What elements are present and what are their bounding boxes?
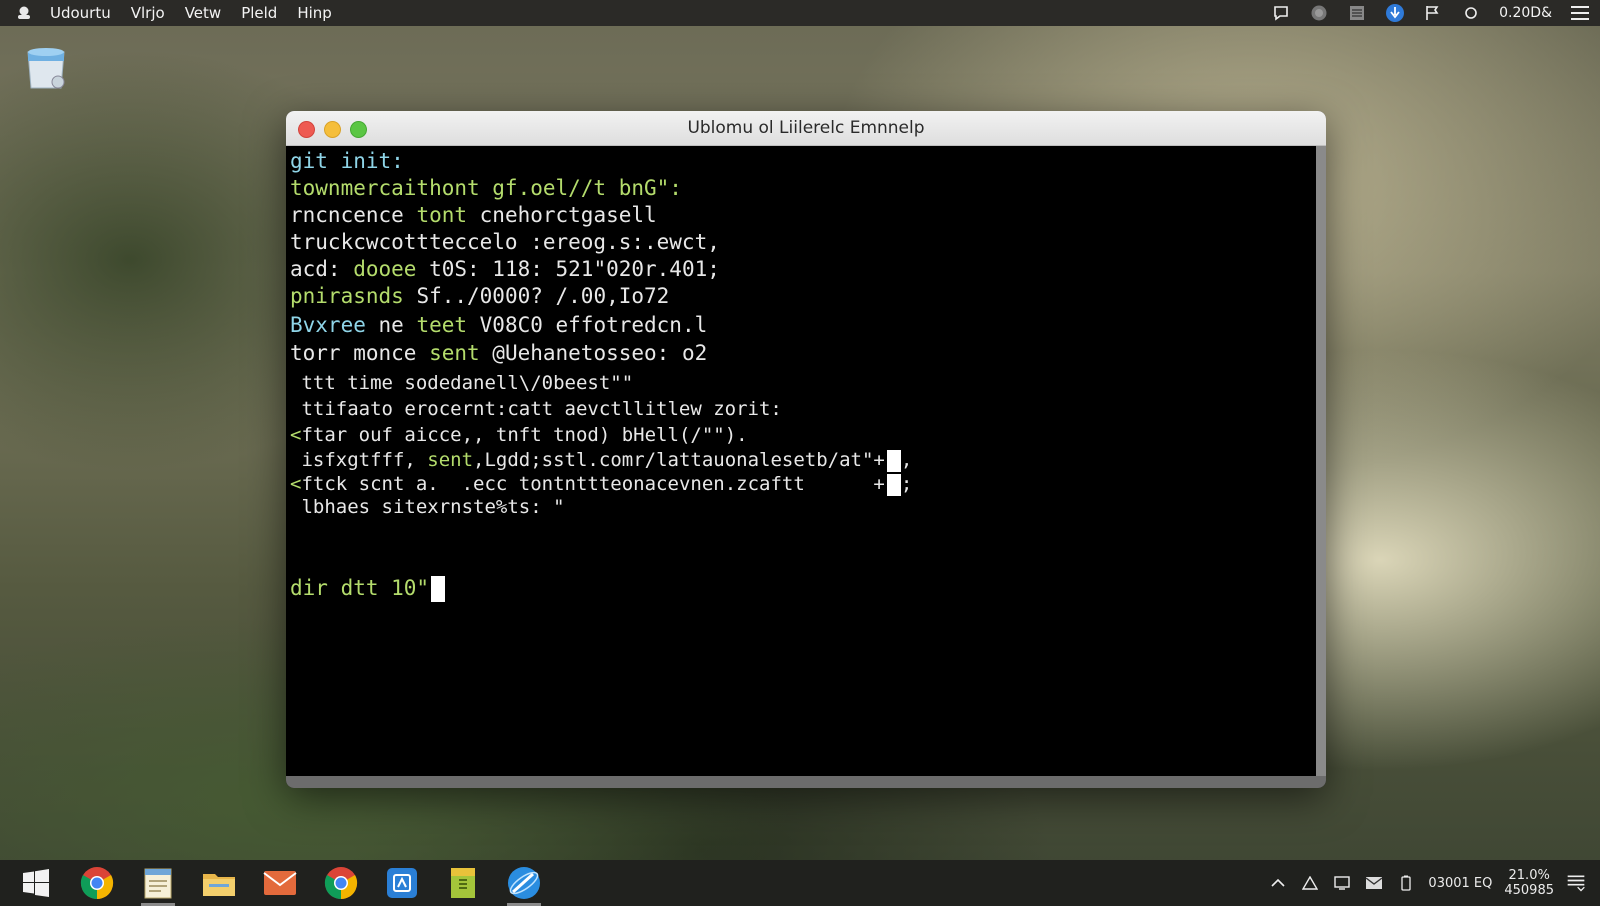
terminal-text-segment: < — [290, 424, 302, 446]
terminal-text-segment: t0S: 118: 521"020r.401; — [416, 257, 720, 281]
maximize-button[interactable] — [350, 121, 367, 138]
menu-item-view-2[interactable]: Vetw — [185, 4, 221, 22]
network-icon[interactable] — [1385, 3, 1405, 23]
terminal-scrollbar[interactable] — [1316, 146, 1326, 776]
block-cursor — [886, 449, 901, 472]
terminal-window[interactable]: Ublomu ol Liilerelc Emnnelp git init: to… — [286, 111, 1326, 788]
terminal-line: Bvxree ne teet V08C0 effotredcn.l — [290, 313, 707, 337]
window-bottom-edge — [286, 776, 1326, 788]
terminal-output[interactable]: git init: townmercaithont gf.oel//t bnG"… — [286, 146, 1316, 776]
terminal-text-segment: ttt time sodedanell\/0beest"" — [290, 372, 634, 394]
tray-text[interactable]: 03001 EQ — [1428, 876, 1492, 891]
terminal-text-segment: ttifaato erocernt:catt aevctllitlew zori… — [290, 398, 782, 420]
terminal-line: ttifaato erocernt:catt aevctllitlew zori… — [290, 398, 782, 420]
taskbar-clock-time: 21.0% — [1508, 868, 1550, 883]
chrome-icon[interactable] — [78, 864, 116, 902]
top-menu-bar: Udourtu Vlrjo Vetw Pleld Hinp 0.20D& — [0, 0, 1600, 26]
window-title: Ublomu ol Liilerelc Emnnelp — [687, 118, 925, 138]
terminal-line: torr monce sent @Uehanetosseo: o2 — [290, 341, 707, 365]
display-icon[interactable] — [1332, 873, 1352, 893]
trash-desktop-icon[interactable] — [22, 44, 72, 94]
globe-icon[interactable] — [1309, 3, 1329, 23]
file-manager-icon[interactable] — [200, 864, 238, 902]
chat-icon[interactable] — [1271, 3, 1291, 23]
power-icon[interactable] — [1461, 3, 1481, 23]
prompt-cursor — [431, 576, 446, 602]
top-tray: 0.20D& — [1271, 0, 1590, 26]
taskbar: 03001 EQ 21.0% 450985 — [0, 860, 1600, 906]
menu-item-view-1[interactable]: Vlrjo — [131, 4, 165, 22]
terminal-line: isfxgtfff, sent,Lgdd;sstl.comr/lattauona… — [290, 449, 912, 472]
terminal-line-tail: , — [900, 449, 913, 471]
battery-icon[interactable] — [1396, 873, 1416, 893]
terminal-line: pnirasnds Sf../0000? /.00,Io72 — [290, 284, 669, 308]
terminal-line: git init: — [290, 149, 404, 173]
notepad-icon[interactable] — [139, 864, 177, 906]
menu-item-help[interactable]: Hinp — [297, 4, 331, 22]
taskbar-clock[interactable]: 21.0% 450985 — [1504, 868, 1554, 898]
list-icon[interactable] — [1347, 3, 1367, 23]
terminal-text-segment: rncncence — [290, 203, 417, 227]
terminal-text-segment: ftck scnt a. .ecc tontnttteonacevnen.zca… — [301, 473, 885, 495]
terminal-text-segment: sent — [427, 449, 474, 471]
terminal-prompt[interactable]: dir dtt 10" — [290, 576, 446, 602]
terminal-line-tail: ; — [900, 473, 913, 495]
terminal-line: <ftar ouf aicce,, tnft tnod) bHell(/""). — [290, 424, 748, 446]
block-cursor — [886, 473, 901, 496]
terminal-line: ttt time sodedanell\/0beest"" — [290, 372, 633, 394]
start-button[interactable] — [22, 869, 50, 897]
hamburger-menu-icon[interactable] — [1570, 3, 1590, 23]
mail-tray-icon[interactable] — [1364, 873, 1384, 893]
warning-icon[interactable] — [1300, 873, 1320, 893]
prompt-text: dir dtt 10" — [290, 576, 430, 600]
terminal-text-segment: lbhaes sitexrnste%ts: " — [290, 496, 565, 518]
minimize-button[interactable] — [324, 121, 341, 138]
terminal-text-segment: acd: — [290, 257, 354, 281]
browser-icon[interactable] — [505, 864, 543, 906]
store-icon[interactable] — [383, 864, 421, 902]
terminal-text-segment: tont — [416, 203, 468, 227]
terminal-text-segment: ftar ouf aicce,, tnft tnod) bHell(/""). — [301, 424, 748, 446]
terminal-text-segment: dooee — [353, 257, 417, 281]
mail-icon[interactable] — [261, 864, 299, 902]
terminal-text-segment: ,Lgdd;sstl.comr/lattauonalesetb/at"+ — [473, 449, 885, 471]
terminal-text-segment: torr monce — [290, 341, 430, 365]
terminal-line: townmercaithont gf.oel//t bnG": — [290, 176, 682, 200]
terminal-line: acd: dooee t0S: 118: 521"020r.401; — [290, 257, 720, 281]
terminal-line: lbhaes sitexrnste%ts: " — [290, 496, 565, 518]
terminal-text-segment: isfxgtfff, — [290, 449, 428, 471]
window-titlebar[interactable]: Ublomu ol Liilerelc Emnnelp — [286, 111, 1326, 146]
archive-icon[interactable] — [444, 864, 482, 902]
system-tray: 03001 EQ 21.0% 450985 — [1268, 860, 1586, 906]
terminal-text-segment: Bvxree — [290, 313, 366, 337]
terminal-text-segment: sent — [429, 341, 480, 365]
terminal-text-segment: cnehorctgasell — [467, 203, 657, 227]
terminal-line: rncncence tont cnehorctgasell — [290, 203, 657, 227]
notifications-icon[interactable] — [1566, 873, 1586, 893]
menu-item-app[interactable]: Udourtu — [50, 4, 111, 22]
menu-item-file[interactable]: Pleld — [241, 4, 277, 22]
close-button[interactable] — [298, 121, 315, 138]
terminal-text-segment: Sf../0000? /.00,Io72 — [403, 284, 670, 308]
window-controls — [298, 121, 367, 138]
chrome-icon-2[interactable] — [322, 864, 360, 902]
terminal-text-segment: teet — [416, 313, 468, 337]
terminal-text-segment: pnirasnds — [290, 284, 404, 308]
terminal-text-segment: V08C0 effotredcn.l — [467, 313, 708, 337]
terminal-text-segment: townmercaithont gf.oel//t bnG": — [290, 176, 682, 200]
terminal-text-segment: @Uehanetosseo: o2 — [479, 341, 708, 365]
terminal-text-segment: < — [290, 473, 302, 495]
terminal-line: <ftck scnt a. .ecc tontnttteonacevnen.zc… — [290, 473, 912, 496]
terminal-line: truckcwcottteccelo :ereog.s:.ewct, — [290, 230, 720, 254]
terminal-text-segment: ne — [365, 313, 417, 337]
chevron-up-icon[interactable] — [1268, 873, 1288, 893]
flag-icon[interactable] — [1423, 3, 1443, 23]
top-clock[interactable]: 0.20D& — [1499, 5, 1552, 21]
app-logo-icon[interactable] — [14, 3, 34, 23]
terminal-text-segment: truckcwcottteccelo :ereog.s:.ewct, — [290, 230, 720, 254]
taskbar-clock-date: 450985 — [1504, 883, 1554, 898]
